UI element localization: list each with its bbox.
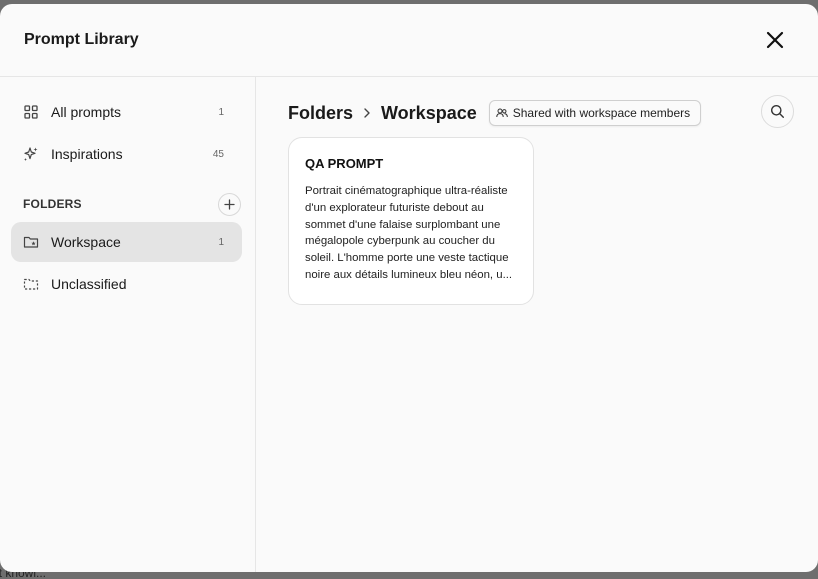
breadcrumb: Folders Workspace Shared with workspace … xyxy=(288,99,794,127)
shared-folder-icon xyxy=(23,234,39,250)
shared-badge: Shared with workspace members xyxy=(488,100,702,126)
sidebar-item-label: All prompts xyxy=(51,104,122,120)
sparkle-icon xyxy=(23,146,39,162)
modal-title: Prompt Library xyxy=(24,31,139,48)
sidebar-item-workspace[interactable]: Workspace 1 xyxy=(11,222,242,262)
main-panel: Folders Workspace Shared with workspace … xyxy=(256,77,818,572)
sidebar-item-inspirations[interactable]: Inspirations 45 xyxy=(11,134,242,174)
grid-icon xyxy=(23,104,39,120)
add-folder-button[interactable] xyxy=(218,192,241,216)
breadcrumb-workspace: Workspace xyxy=(381,102,477,123)
sidebar-item-count: 1 xyxy=(218,236,224,248)
close-button[interactable] xyxy=(762,27,788,53)
plus-icon xyxy=(224,198,235,210)
search-button[interactable] xyxy=(761,95,794,128)
sidebar-item-label: Unclassified xyxy=(51,276,127,292)
sidebar-item-unclassified[interactable]: Unclassified xyxy=(11,264,242,304)
shared-badge-label: Shared with workspace members xyxy=(512,106,691,120)
prompt-card[interactable]: QA PROMPT Portrait cinématographique ult… xyxy=(288,137,534,305)
users-icon xyxy=(496,108,508,118)
prompt-library-modal: Prompt Library All prompts 1 Inspiration… xyxy=(0,4,818,572)
breadcrumb-folders[interactable]: Folders xyxy=(288,103,353,124)
modal-header: Prompt Library xyxy=(0,4,818,77)
search-icon xyxy=(771,105,784,118)
prompt-card-title: QA PROMPT xyxy=(305,156,384,171)
dashed-folder-icon xyxy=(23,276,39,292)
sidebar-item-count: 1 xyxy=(218,106,224,118)
sidebar-item-count: 45 xyxy=(212,148,224,160)
folders-header: FOLDERS xyxy=(11,192,242,216)
sidebar: All prompts 1 Inspirations 45 FOLDERS Wo… xyxy=(0,77,256,572)
sidebar-item-label: Inspirations xyxy=(51,146,123,162)
chevron-right-icon xyxy=(363,108,371,118)
folders-label: FOLDERS xyxy=(23,197,82,211)
prompt-card-text: Portrait cinématographique ultra-réalist… xyxy=(305,185,513,281)
sidebar-item-all-prompts[interactable]: All prompts 1 xyxy=(11,92,242,132)
sidebar-item-label: Workspace xyxy=(51,234,121,250)
close-icon xyxy=(766,31,784,49)
